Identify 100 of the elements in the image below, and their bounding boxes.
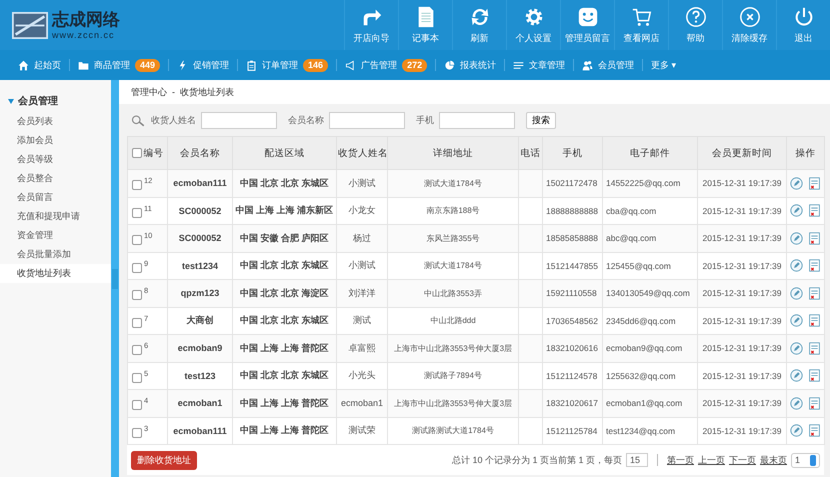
column-header: 配送区域 [264, 148, 304, 158]
column-header: 电话 [520, 148, 540, 158]
search-icon [131, 114, 146, 126]
checkbox[interactable] [132, 345, 142, 356]
table-cell: 南京东路188号 [426, 206, 480, 216]
table-cell: 2015-12-31 19:17:39 [702, 206, 782, 216]
checkbox[interactable] [132, 235, 142, 246]
table-cell: 6 [144, 341, 148, 350]
sidebar-item[interactable]: 会员批量添加 [0, 245, 112, 264]
edit-icon[interactable] [790, 314, 804, 328]
nav-link[interactable]: 促销管理 [193, 58, 230, 72]
checkbox[interactable] [132, 290, 142, 300]
delete-icon[interactable] [808, 259, 821, 272]
nav-link[interactable]: 订单管理 [262, 58, 298, 72]
search-button[interactable]: 搜索 [526, 112, 556, 128]
field-label: 会员名称 [288, 114, 324, 126]
sidebar-item[interactable]: 资金管理 [0, 226, 112, 245]
sidebar-item[interactable]: 会员列表 [0, 112, 112, 131]
table-cell: 15121125784 [546, 426, 598, 436]
checkbox[interactable] [132, 318, 142, 328]
checkbox[interactable] [132, 208, 142, 218]
nav-link[interactable]: 广告管理 [361, 58, 398, 72]
delete-icon[interactable] [808, 204, 821, 218]
home-icon [18, 60, 29, 70]
table-cell: 中国 北京 北京 东城区 [240, 260, 329, 270]
table-cell: 中国 安徽 合肥 庐阳区 [240, 232, 329, 243]
edit-icon[interactable] [790, 286, 804, 300]
edit-icon[interactable] [790, 342, 804, 355]
table-cell: 15021172478 [546, 178, 598, 188]
per-page-field[interactable]: 15 [626, 453, 648, 467]
delete-icon[interactable] [808, 369, 821, 382]
table-cell: 2015-12-31 19:17:39 [702, 288, 782, 298]
table-cell: 中国 北京 北京 东城区 [240, 315, 329, 326]
sidebar-item[interactable]: 会员留言 [0, 188, 112, 207]
collapse-handle[interactable] [112, 268, 118, 288]
delete-icon[interactable] [808, 176, 821, 190]
sidebar-heading[interactable]: 会员管理 [0, 90, 112, 112]
nav-link[interactable]: 起始页 [34, 58, 61, 72]
nav-link[interactable]: 报表统计 [460, 58, 496, 72]
page-link[interactable]: 上一页 [698, 454, 725, 466]
column-header: 会员名称 [180, 148, 220, 158]
delete-icon[interactable] [808, 232, 821, 245]
checkbox[interactable] [132, 180, 142, 190]
nav-link[interactable]: 商品管理 [94, 58, 130, 72]
sidebar-item[interactable]: 添加会员 [0, 131, 112, 150]
table-cell: 中国 北京 北京 东城区 [240, 178, 329, 188]
table-cell: 18321020617 [546, 398, 598, 408]
sidebar-item[interactable]: 会员整合 [0, 169, 112, 188]
logo-icon [12, 12, 48, 38]
checkbox[interactable] [132, 372, 142, 383]
delete-icon[interactable] [808, 286, 821, 300]
table-cell: 测试大道1784号 [424, 178, 482, 188]
help-icon [684, 6, 706, 28]
input-field[interactable] [201, 112, 277, 128]
sidebar-item[interactable]: 收货地址列表 [0, 264, 112, 283]
edit-icon[interactable] [790, 176, 804, 190]
edit-icon[interactable] [790, 424, 804, 438]
sidebar-item[interactable]: 充值和提现申请 [0, 207, 112, 226]
nav-link[interactable]: 文章管理 [529, 58, 566, 72]
edit-icon[interactable] [790, 369, 804, 382]
table-cell: ecmoban111 [173, 178, 227, 188]
table-cell: 中国 上海 上海 普陀区 [240, 342, 329, 353]
delete-icon[interactable] [808, 342, 821, 355]
table-cell: test123 [184, 370, 216, 381]
page-link[interactable]: 最末页 [760, 454, 787, 466]
column-header: 会员更新时间 [712, 148, 772, 158]
delete-icon[interactable] [808, 396, 821, 410]
delete-icon[interactable] [808, 424, 821, 438]
table-cell: 卓富熙 [348, 342, 376, 353]
table-cell: 18321020616 [546, 343, 598, 354]
field-label: 手机 [416, 114, 434, 126]
table-cell: 15121124578 [546, 370, 598, 381]
delete-button[interactable]: 删除收货地址 [131, 451, 197, 470]
edit-icon[interactable] [790, 232, 804, 245]
page-link[interactable]: 下一页 [728, 454, 756, 466]
table-cell: 中国 上海 上海 普陀区 [240, 425, 329, 436]
checkbox[interactable] [132, 262, 142, 273]
checkbox[interactable] [132, 148, 142, 158]
list-icon [513, 60, 524, 70]
input-field[interactable] [329, 112, 405, 128]
checkbox[interactable] [132, 400, 142, 410]
nav-link[interactable]: 会员管理 [598, 58, 634, 72]
edit-icon[interactable] [790, 204, 804, 218]
table-cell: 中国 上海 上海 普陀区 [240, 398, 329, 408]
checkbox[interactable] [132, 428, 142, 438]
table-cell: 大商创 [186, 315, 214, 326]
column-header: 收货人姓名 [338, 148, 388, 158]
table-cell: 东风兰路355号 [426, 234, 480, 243]
nav-link[interactable]: 更多 ▾ [651, 58, 677, 72]
edit-icon[interactable] [790, 396, 804, 410]
clipboard-icon [246, 60, 258, 70]
table-cell: 1255632@qq.com [606, 370, 676, 381]
edit-icon[interactable] [790, 259, 804, 272]
page-link[interactable]: 第一页 [666, 454, 694, 466]
input-field[interactable] [439, 112, 515, 128]
page-select[interactable]: 1 [790, 452, 820, 468]
sidebar-item[interactable]: 会员等级 [0, 150, 112, 169]
smiley-icon [576, 6, 598, 28]
table-cell: 10 [144, 231, 152, 240]
delete-icon[interactable] [808, 314, 821, 328]
